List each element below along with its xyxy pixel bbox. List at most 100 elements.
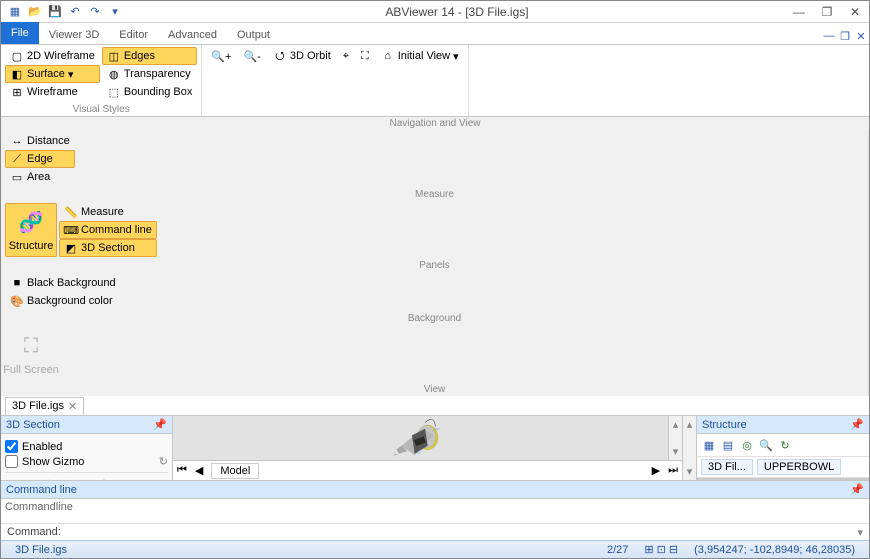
tab-viewer3d[interactable]: Viewer 3D <box>39 26 110 44</box>
scroll-up-icon[interactable]: ▴ <box>673 418 679 431</box>
ribbon-tabs: File Viewer 3D Editor Advanced Output — … <box>1 23 869 45</box>
next-icon[interactable]: ▶ <box>652 464 660 477</box>
document-tab-label: 3D File.igs <box>12 400 64 412</box>
tool-icon[interactable]: ↻ <box>777 437 793 453</box>
first-icon[interactable]: ⏮ <box>177 464 187 477</box>
command-output: Commandline <box>1 499 869 523</box>
zoom-fit-icon[interactable]: ⛶ <box>356 47 374 65</box>
group-navigation: 🔍+ 🔍- ⭯3D Orbit ⌖ ⛶ ⌂Initial View ▾ <box>202 45 468 116</box>
group-label: Measure <box>1 188 868 201</box>
close-icon[interactable]: ✕ <box>68 400 77 413</box>
zoom-window-icon[interactable]: ⌖ <box>338 47 354 65</box>
document-tabs: 3D File.igs ✕ <box>1 396 869 416</box>
model-tabs: ⏮ ◀ Model ▶ ⏭ <box>173 460 682 480</box>
group-measure: ↔Distance ⟋Edge ▭Area Measure <box>1 130 869 201</box>
tab-output[interactable]: Output <box>227 26 280 44</box>
statusbar: 3D File.igs 2/27 ⊞ ⊡ ⊟ (3,954247; -102,8… <box>1 540 869 558</box>
qat-undo-icon[interactable]: ↶ <box>67 4 83 20</box>
group-background: ■Black Background 🎨Background color Back… <box>1 272 869 325</box>
crumb[interactable]: 3D Fil... <box>701 459 753 475</box>
wire-icon: ⊞ <box>10 85 24 99</box>
edge-icon: ⟋ <box>10 152 24 166</box>
mdi-close-icon[interactable]: ✕ <box>853 28 869 44</box>
tab-editor[interactable]: Editor <box>109 26 158 44</box>
wireframe-icon: ▢ <box>10 49 24 63</box>
model-render: R 42.00 72.00 <box>173 416 668 460</box>
qat-open-icon[interactable]: 📂 <box>27 4 43 20</box>
crumb[interactable]: UPPERBOWL <box>757 459 841 475</box>
pin-icon[interactable]: 📌 <box>153 418 167 431</box>
btn-edges[interactable]: ◫Edges <box>102 47 198 65</box>
qat-redo-icon[interactable]: ↷ <box>87 4 103 20</box>
window-controls: — ❐ ✕ <box>785 1 869 23</box>
btn-initial-view[interactable]: ⌂Initial View ▾ <box>376 47 464 65</box>
last-icon[interactable]: ⏭ <box>668 464 678 477</box>
vertical-scrollbar[interactable]: ▴▾ <box>668 416 682 460</box>
snap-icon[interactable]: ⊞ ⊡ ⊟ <box>636 543 686 556</box>
pin-icon[interactable]: 📌 <box>850 483 864 496</box>
btn-distance[interactable]: ↔Distance <box>5 132 75 150</box>
group-label: Background <box>1 312 868 325</box>
minimize-button[interactable]: — <box>785 1 813 23</box>
tool-icon[interactable]: 🔍 <box>758 437 774 453</box>
btn-bbox[interactable]: ⬚Bounding Box <box>102 83 198 101</box>
btn-surface[interactable]: ◧Surface ▾ <box>5 65 100 83</box>
document-tab[interactable]: 3D File.igs ✕ <box>5 397 84 415</box>
btn-area[interactable]: ▭Area <box>5 168 75 186</box>
ribbon: ▢2D Wireframe ◧Surface ▾ ⊞Wireframe ◫Edg… <box>1 45 869 117</box>
tab-file[interactable]: File <box>1 22 39 44</box>
btn-2d-wireframe[interactable]: ▢2D Wireframe <box>5 47 100 65</box>
btn-black-background[interactable]: ■Black Background <box>5 274 121 292</box>
transparency-icon: ◍ <box>107 67 121 81</box>
btn-background-color[interactable]: 🎨Background color <box>5 292 121 310</box>
scroll-down-icon[interactable]: ▾ <box>673 445 679 458</box>
qat-save-icon[interactable]: 💾 <box>47 4 63 20</box>
zoom-in-icon[interactable]: 🔍+ <box>206 47 236 65</box>
btn-3d-section[interactable]: ◩3D Section <box>59 239 157 257</box>
model-tab[interactable]: Model <box>211 463 259 479</box>
btn-structure[interactable]: 🧬Structure <box>5 203 57 257</box>
command-label: Command: <box>1 524 67 540</box>
close-button[interactable]: ✕ <box>841 1 869 23</box>
command-input[interactable] <box>67 524 852 540</box>
refresh-icon[interactable]: ↻ <box>159 455 168 468</box>
btn-edge[interactable]: ⟋Edge <box>5 150 75 168</box>
edges-icon: ◫ <box>107 49 121 63</box>
chevron-down-icon[interactable]: ▾ <box>851 526 869 539</box>
btn-measure-panel[interactable]: 📏Measure <box>59 203 157 221</box>
structure-toolbar: ▦ ▤ ◎ 🔍 ↻ <box>697 434 869 457</box>
gizmo-checkbox[interactable]: Show Gizmo <box>5 455 159 468</box>
group-view: ⛶Full Screen View <box>1 325 869 396</box>
tool-icon[interactable]: ▦ <box>701 437 717 453</box>
scrollbar[interactable]: ▴▾ <box>683 416 697 480</box>
enabled-checkbox[interactable]: Enabled <box>5 440 168 453</box>
mdi-restore-icon[interactable]: ❐ <box>837 28 853 44</box>
qat-dropdown-icon[interactable]: ▾ <box>107 4 123 20</box>
section-panel: 3D Section 📌 Enabled ↻ Show Gizmo ✂ ✂ ⊕ … <box>1 416 173 480</box>
btn-command-line[interactable]: ⌨Command line <box>59 221 157 239</box>
prev-icon[interactable]: ◀ <box>195 464 203 477</box>
status-pages: 2/27 <box>599 544 636 556</box>
group-label: Navigation and View <box>1 117 869 130</box>
svg-text:72.00: 72.00 <box>417 453 421 455</box>
black-bg-icon: ■ <box>10 276 24 290</box>
zoom-out-icon[interactable]: 🔍- <box>238 47 265 65</box>
pin-icon[interactable]: 📌 <box>850 418 864 431</box>
titlebar: ▦ 📂 💾 ↶ ↷ ▾ ABViewer 14 - [3D File.igs] … <box>1 1 869 23</box>
section-toolbar: ✂ ✂ ⊕ ⊕ ↔ ⟲ <box>5 472 168 480</box>
btn-3d-orbit[interactable]: ⭯3D Orbit <box>268 47 336 65</box>
restore-button[interactable]: ❐ <box>813 1 841 23</box>
qat-new-icon[interactable]: ▦ <box>7 4 23 20</box>
btn-transparency[interactable]: ◍Transparency <box>102 65 198 83</box>
tool-icon[interactable]: ◎ <box>739 437 755 453</box>
bbox-icon: ⬚ <box>107 85 121 99</box>
terminal-icon: ⌨ <box>64 223 78 237</box>
tab-advanced[interactable]: Advanced <box>158 26 227 44</box>
quick-access-toolbar: ▦ 📂 💾 ↶ ↷ ▾ <box>1 4 129 20</box>
canvas[interactable]: R 42.00 72.00 <box>173 416 668 460</box>
tool-icon[interactable]: ▤ <box>720 437 736 453</box>
btn-wireframe[interactable]: ⊞Wireframe <box>5 83 100 101</box>
mdi-minimize-icon[interactable]: — <box>821 28 837 44</box>
btn-full-screen[interactable]: ⛶Full Screen <box>5 327 57 381</box>
main-area: 3D Section 📌 Enabled ↻ Show Gizmo ✂ ✂ ⊕ … <box>1 416 869 480</box>
